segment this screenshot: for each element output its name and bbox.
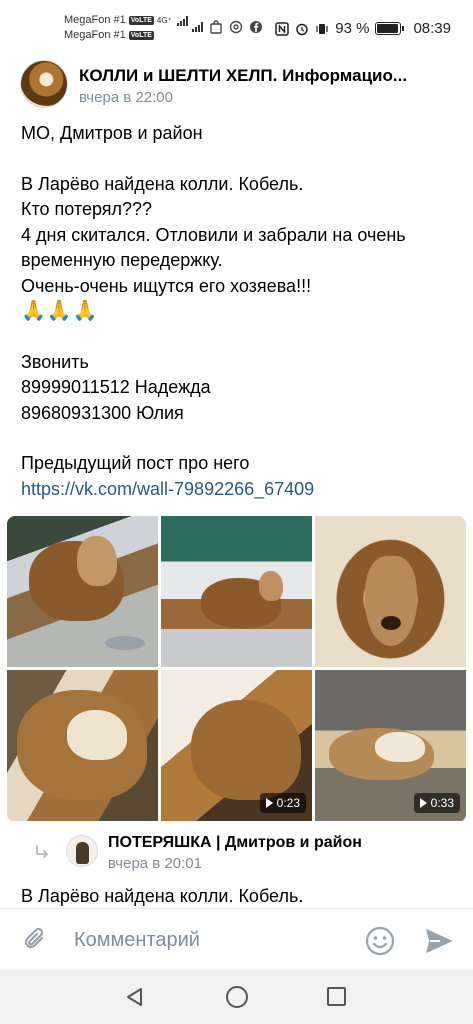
comment-input[interactable]	[74, 929, 344, 952]
photo-1[interactable]	[7, 516, 158, 667]
comment-bar	[0, 908, 473, 970]
signal-icon	[176, 15, 188, 26]
home-icon[interactable]	[226, 986, 248, 1008]
vibrate-icon	[316, 23, 328, 34]
alarm-icon	[296, 23, 308, 35]
post-time: вчера в 22:00	[79, 89, 173, 106]
bag-icon	[210, 20, 222, 34]
post-line-2: Кто потерял???	[21, 199, 153, 219]
post-line-3: 4 дня скитался. Отловили и забрали на оч…	[21, 224, 406, 271]
nfc-icon	[275, 21, 289, 36]
call-label: Звонить	[21, 351, 89, 372]
back-icon[interactable]	[124, 986, 146, 1008]
emoji-icon[interactable]	[364, 925, 396, 957]
video-1[interactable]: 0:23	[161, 670, 312, 821]
send-icon[interactable]	[424, 927, 454, 955]
post-location: МО, Дмитров и район	[21, 123, 203, 143]
recents-icon[interactable]	[327, 987, 346, 1006]
photo-3[interactable]	[315, 516, 466, 667]
photo-2[interactable]	[161, 516, 312, 667]
video-2-duration: 0:33	[430, 796, 454, 810]
video-1-duration: 0:23	[276, 796, 300, 810]
status-bar: MegaFon #1 VoLTE 4G⁺ MegaFon #1 VoLTE 93…	[0, 0, 473, 52]
repost-header[interactable]: ПОТЕРЯШКА | Дмитров и район вчера в 20:0…	[34, 830, 464, 876]
photo-4[interactable]	[7, 670, 158, 821]
pray-emoji: 🙏🙏🙏	[21, 300, 99, 322]
repost-time: вчера в 20:01	[108, 855, 202, 872]
video-2[interactable]: 0:33	[315, 670, 466, 821]
media-grid: 0:23 0:33	[7, 516, 466, 822]
volte-badge-2: VoLTE	[128, 31, 154, 40]
volte-badge: VoLTE	[128, 16, 154, 25]
previous-post-link[interactable]: https://vk.com/wall-79892266_67409	[21, 477, 461, 503]
group-name[interactable]: КОЛЛИ и ШЕЛТИ ХЕЛП. Информацио...	[79, 66, 459, 86]
battery-icon	[375, 22, 405, 35]
carrier-2-label: MegaFon #1	[64, 29, 126, 41]
post-text: МО, Дмитров и район В Ларёво найдена кол…	[21, 121, 461, 527]
at-icon	[229, 20, 243, 34]
system-nav-bar	[0, 970, 473, 1024]
attach-icon[interactable]	[22, 926, 50, 954]
repost-text: В Ларёво найдена колли. Кобель.	[21, 886, 304, 906]
video-1-badge: 0:23	[259, 793, 306, 813]
group-avatar[interactable]	[20, 60, 68, 108]
signal-icon-2	[192, 22, 203, 32]
system-icons: 93 % 08:39	[275, 20, 451, 37]
repost-group-name[interactable]: ПОТЕРЯШКА | Дмитров и район	[108, 834, 362, 852]
video-2-badge: 0:33	[413, 793, 460, 813]
repost-arrow-icon	[36, 845, 48, 858]
carrier-info: MegaFon #1 VoLTE 4G⁺ MegaFon #1 VoLTE	[64, 13, 188, 43]
play-icon	[419, 798, 427, 808]
clock: 08:39	[413, 20, 451, 37]
post-header: КОЛЛИ и ШЕЛТИ ХЕЛП. Информацио... вчера …	[20, 60, 460, 112]
post-line-4: Очень-очень ищутся его хозяева!!!	[21, 275, 312, 296]
contact-1[interactable]: 89999011512 Надежда	[21, 375, 461, 401]
contact-2[interactable]: 89680931300 Юлия	[21, 401, 461, 427]
network-type: 4G⁺	[156, 16, 172, 25]
repost-group-avatar[interactable]	[66, 835, 98, 867]
carrier-1-label: MegaFon #1	[64, 14, 126, 26]
notification-icons	[190, 20, 263, 34]
previous-post-label: Предыдущий пост про него	[21, 453, 250, 473]
post-line-1: В Ларёво найдена колли. Кобель.	[21, 173, 304, 194]
battery-percent: 93 %	[335, 20, 370, 37]
play-icon	[265, 798, 273, 808]
facebook-icon	[250, 21, 262, 33]
